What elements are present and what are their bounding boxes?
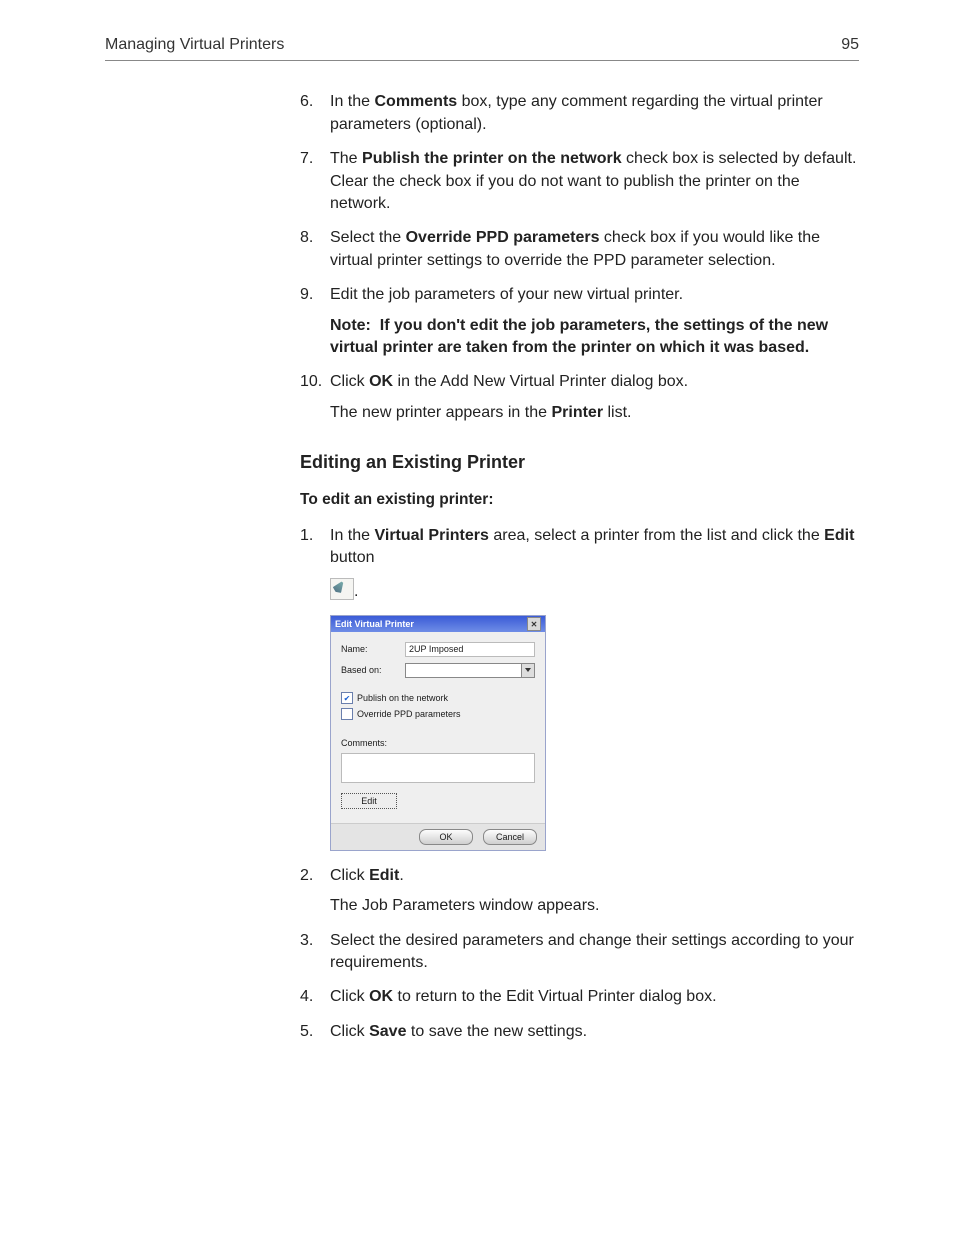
ok-button[interactable]: OK [419, 829, 473, 845]
step-text: In the Virtual Printers area, select a p… [330, 527, 854, 566]
name-label: Name: [341, 643, 405, 656]
edit-step-3: 3. Select the desired parameters and cha… [300, 930, 859, 975]
step-text: Select the Override PPD parameters check… [330, 229, 820, 268]
edit-step-5: 5. Click Save to save the new settings. [300, 1021, 859, 1043]
override-checkbox[interactable] [341, 708, 353, 720]
edit-step-2: 2. Click Edit. The Job Parameters window… [300, 865, 859, 918]
note-block: Note: If you don't edit the job paramete… [330, 315, 859, 360]
step-6: 6. In the Comments box, type any comment… [300, 91, 859, 136]
based-on-select[interactable] [405, 663, 535, 678]
top-steps: 6. In the Comments box, type any comment… [300, 91, 859, 424]
sub-heading: To edit an existing printer: [300, 489, 859, 511]
step-number: 2. [300, 865, 313, 887]
step-text: Edit the job parameters of your new virt… [330, 286, 683, 303]
dialog-edit-button[interactable]: Edit [341, 793, 397, 809]
step-text: In the Comments box, type any comment re… [330, 93, 823, 132]
step-9: 9. Edit the job parameters of your new v… [300, 284, 859, 359]
based-on-row: Based on: [341, 663, 535, 678]
step-text: Click Edit. [330, 867, 404, 884]
step-number: 4. [300, 986, 313, 1008]
dialog-titlebar: Edit Virtual Printer ✕ [331, 616, 545, 632]
content: 6. In the Comments box, type any comment… [300, 91, 859, 1043]
page-header: Managing Virtual Printers 95 [105, 34, 859, 61]
edit-steps: 1. In the Virtual Printers area, select … [300, 525, 859, 603]
step-text: Select the desired parameters and change… [330, 932, 854, 971]
step-number: 5. [300, 1021, 313, 1043]
section-heading: Editing an Existing Printer [300, 450, 859, 475]
header-title: Managing Virtual Printers [105, 34, 284, 56]
publish-label: Publish on the network [357, 692, 448, 705]
edit-step-4: 4. Click OK to return to the Edit Virtua… [300, 986, 859, 1008]
step-number: 3. [300, 930, 313, 952]
step-number: 6. [300, 91, 313, 113]
step-7: 7. The Publish the printer on the networ… [300, 148, 859, 215]
edit-steps-cont: 2. Click Edit. The Job Parameters window… [300, 865, 859, 1043]
step-8: 8. Select the Override PPD parameters ch… [300, 227, 859, 272]
note-label: Note: [330, 317, 371, 334]
dialog-footer: OK Cancel [331, 823, 545, 850]
override-checkbox-row: Override PPD parameters [341, 708, 535, 721]
step-result: The Job Parameters window appears. [330, 895, 859, 917]
step-number: 1. [300, 525, 313, 547]
comments-field[interactable] [341, 753, 535, 783]
chevron-down-icon [525, 668, 531, 672]
edit-tool-icon [330, 578, 354, 600]
step-10: 10. Click OK in the Add New Virtual Prin… [300, 371, 859, 424]
step-number: 9. [300, 284, 313, 306]
publish-checkbox[interactable]: ✔ [341, 692, 353, 704]
dialog-body: Name: 2UP Imposed Based on: ✔ Publish on… [331, 632, 545, 823]
close-icon[interactable]: ✕ [527, 617, 541, 631]
comments-label: Comments: [341, 737, 535, 750]
step-number: 7. [300, 148, 313, 170]
edit-step-1: 1. In the Virtual Printers area, select … [300, 525, 859, 603]
dialog-title: Edit Virtual Printer [335, 618, 414, 631]
name-field[interactable]: 2UP Imposed [405, 642, 535, 657]
step-number: 8. [300, 227, 313, 249]
name-row: Name: 2UP Imposed [341, 642, 535, 657]
step-text: Click OK to return to the Edit Virtual P… [330, 988, 717, 1005]
cancel-button[interactable]: Cancel [483, 829, 537, 845]
step-result: The new printer appears in the Printer l… [330, 402, 859, 424]
edit-virtual-printer-dialog: Edit Virtual Printer ✕ Name: 2UP Imposed… [330, 615, 546, 851]
note-text: If you don't edit the job parameters, th… [330, 317, 828, 356]
override-label: Override PPD parameters [357, 708, 461, 721]
page-number: 95 [841, 34, 859, 56]
step-text: Click OK in the Add New Virtual Printer … [330, 373, 688, 390]
page: Managing Virtual Printers 95 6. In the C… [0, 0, 954, 1115]
step-number: 10. [300, 371, 322, 393]
step-text: Click Save to save the new settings. [330, 1023, 587, 1040]
step-text: The Publish the printer on the network c… [330, 150, 856, 212]
publish-checkbox-row: ✔ Publish on the network [341, 692, 535, 705]
edit-icon-row: . [330, 578, 859, 603]
based-on-label: Based on: [341, 664, 405, 677]
